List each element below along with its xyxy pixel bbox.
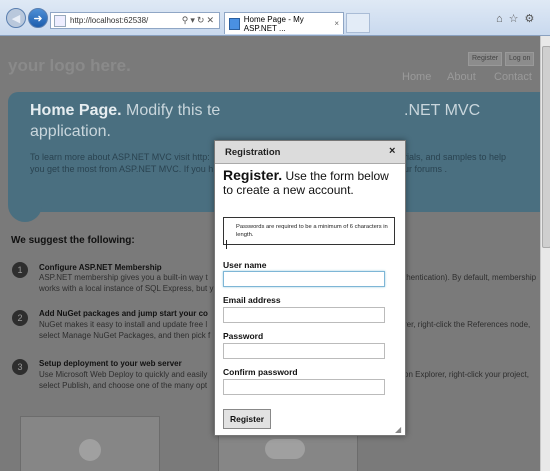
page-viewport: your logo here. Register Log on Home Abo… <box>0 36 540 471</box>
email-label: Email address <box>223 295 281 305</box>
register-button[interactable]: Register <box>223 409 271 429</box>
step-text-right: thentication). By default, membership <box>404 273 537 282</box>
tab-title: Home Page - My ASP.NET ... <box>243 14 304 33</box>
password-input[interactable] <box>223 343 385 359</box>
step-title: Setup deployment to your web server <box>39 359 182 368</box>
step-text: NuGet makes it easy to install and updat… <box>39 320 208 329</box>
confirm-password-label: Confirm password <box>223 367 298 377</box>
browser-toolbar: ◀ ➜ http://localhost:62538/ ⚲▾↻✕ Home Pa… <box>0 0 550 36</box>
step-text: select Publish, and choose one of the ma… <box>39 381 208 390</box>
register-link[interactable]: Register <box>468 52 503 66</box>
back-button[interactable]: ◀ <box>6 8 26 28</box>
step-text: ASP.NET membership gives you a built-in … <box>39 273 208 282</box>
page-icon <box>54 14 66 27</box>
hero-paragraph-right1[interactable]: rials, and samples to help <box>404 152 506 162</box>
menu-about[interactable]: About <box>447 71 476 83</box>
scrollbar-thumb[interactable] <box>542 46 550 248</box>
new-tab-button[interactable] <box>346 13 370 33</box>
step-title: Add NuGet packages and jump start your c… <box>39 309 208 318</box>
step-text-right: on Explorer, right-click your project, <box>404 370 529 379</box>
step-number: 1 <box>12 262 28 278</box>
password-notice: Passwords are required to be a minimum o… <box>223 217 395 245</box>
hero-title: Home Page. Modify this te <box>30 102 221 119</box>
dialog-title: Registration <box>225 147 281 158</box>
step-number: 2 <box>12 310 28 326</box>
username-label: User name <box>223 260 267 270</box>
dialog-heading: Register. Use the form below to create a… <box>223 167 389 197</box>
address-bar[interactable]: http://localhost:62538/ ⚲▾↻✕ <box>50 12 220 29</box>
step-text-right: rer, right-click the References node, <box>404 320 531 329</box>
registration-dialog: Registration × Register. Use the form be… <box>214 140 406 436</box>
home-favorites-tools-icons[interactable]: ⌂☆⚙ <box>496 12 540 25</box>
feature-card <box>20 416 160 471</box>
forward-button[interactable]: ➜ <box>28 8 48 28</box>
step-number: 3 <box>12 359 28 375</box>
address-tools-icon[interactable]: ⚲▾↻✕ <box>182 15 216 26</box>
step-title: Configure ASP.NET Membership <box>39 263 162 272</box>
favicon-icon <box>229 17 240 30</box>
featured-banner-tab <box>8 196 42 222</box>
username-input[interactable] <box>223 271 385 287</box>
address-text: http://localhost:62538/ <box>70 16 149 25</box>
password-label: Password <box>223 331 264 341</box>
step-text: Use Microsoft Web Deploy to quickly and … <box>39 370 208 379</box>
confirm-password-input[interactable] <box>223 379 385 395</box>
dialog-titlebar[interactable]: Registration × <box>215 141 405 164</box>
hero-paragraph-line1: To learn more about ASP.NET MVC visit ht… <box>30 152 210 162</box>
suggest-heading: We suggest the following: <box>11 235 135 246</box>
step-text: select Manage NuGet Packages, and then p… <box>39 331 211 340</box>
tab-close-icon[interactable]: × <box>334 19 339 28</box>
hero-paragraph-right2[interactable]: ur forums . <box>404 164 447 174</box>
user-icon <box>79 439 101 461</box>
menu-contact[interactable]: Contact <box>494 71 532 83</box>
hero-title-line2: application. <box>30 123 111 140</box>
package-icon <box>265 439 305 459</box>
login-link[interactable]: Log on <box>505 52 535 66</box>
close-icon[interactable]: × <box>389 145 395 157</box>
hero-title-right: .NET MVC <box>404 102 481 119</box>
menu-home[interactable]: Home <box>402 71 431 83</box>
resize-grip-icon[interactable]: ◢ <box>395 425 401 434</box>
text-caret <box>226 240 227 249</box>
browser-tab[interactable]: Home Page - My ASP.NET ... × <box>224 12 344 34</box>
hero-paragraph-line2: you get the most from ASP.NET MVC. If yo… <box>30 164 214 174</box>
site-logo[interactable]: your logo here. <box>8 56 131 76</box>
email-input[interactable] <box>223 307 385 323</box>
vertical-scrollbar[interactable] <box>540 36 550 471</box>
step-text: works with a local instance of SQL Expre… <box>39 284 214 293</box>
